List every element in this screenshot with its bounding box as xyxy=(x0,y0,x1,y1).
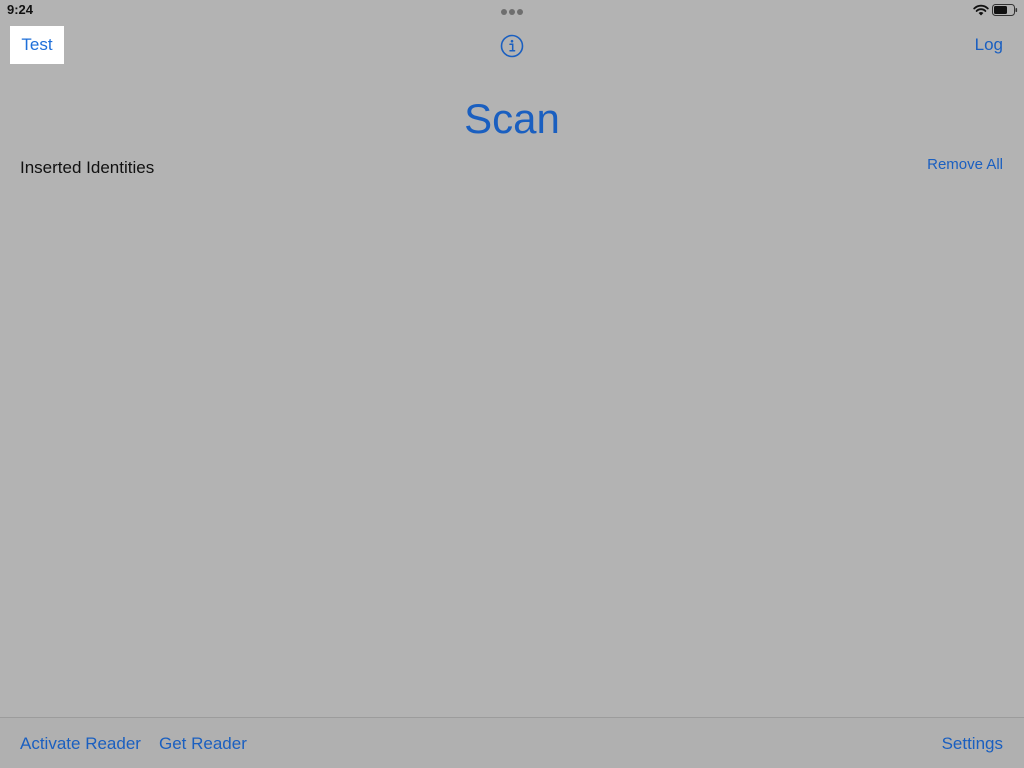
test-button[interactable]: Test xyxy=(10,26,64,64)
app-screen: 9:24 Test Log Scan Inserted Identities R… xyxy=(0,0,1024,768)
wifi-icon xyxy=(973,4,989,16)
activate-reader-button[interactable]: Activate Reader xyxy=(20,734,141,754)
section-header-inserted-identities: Inserted Identities xyxy=(20,158,155,177)
settings-button[interactable]: Settings xyxy=(942,734,1003,754)
get-reader-button[interactable]: Get Reader xyxy=(159,734,247,754)
status-bar: 9:24 xyxy=(0,0,1024,22)
remove-all-button[interactable]: Remove All xyxy=(927,156,1003,173)
info-icon[interactable] xyxy=(500,34,524,58)
page-title: Scan xyxy=(464,95,560,142)
multitasking-dots-icon[interactable] xyxy=(501,9,523,15)
status-time: 9:24 xyxy=(7,2,34,17)
battery-icon xyxy=(992,4,1018,16)
log-button[interactable]: Log xyxy=(975,35,1003,55)
bottom-toolbar: Activate Reader Get Reader Settings xyxy=(0,717,1024,768)
